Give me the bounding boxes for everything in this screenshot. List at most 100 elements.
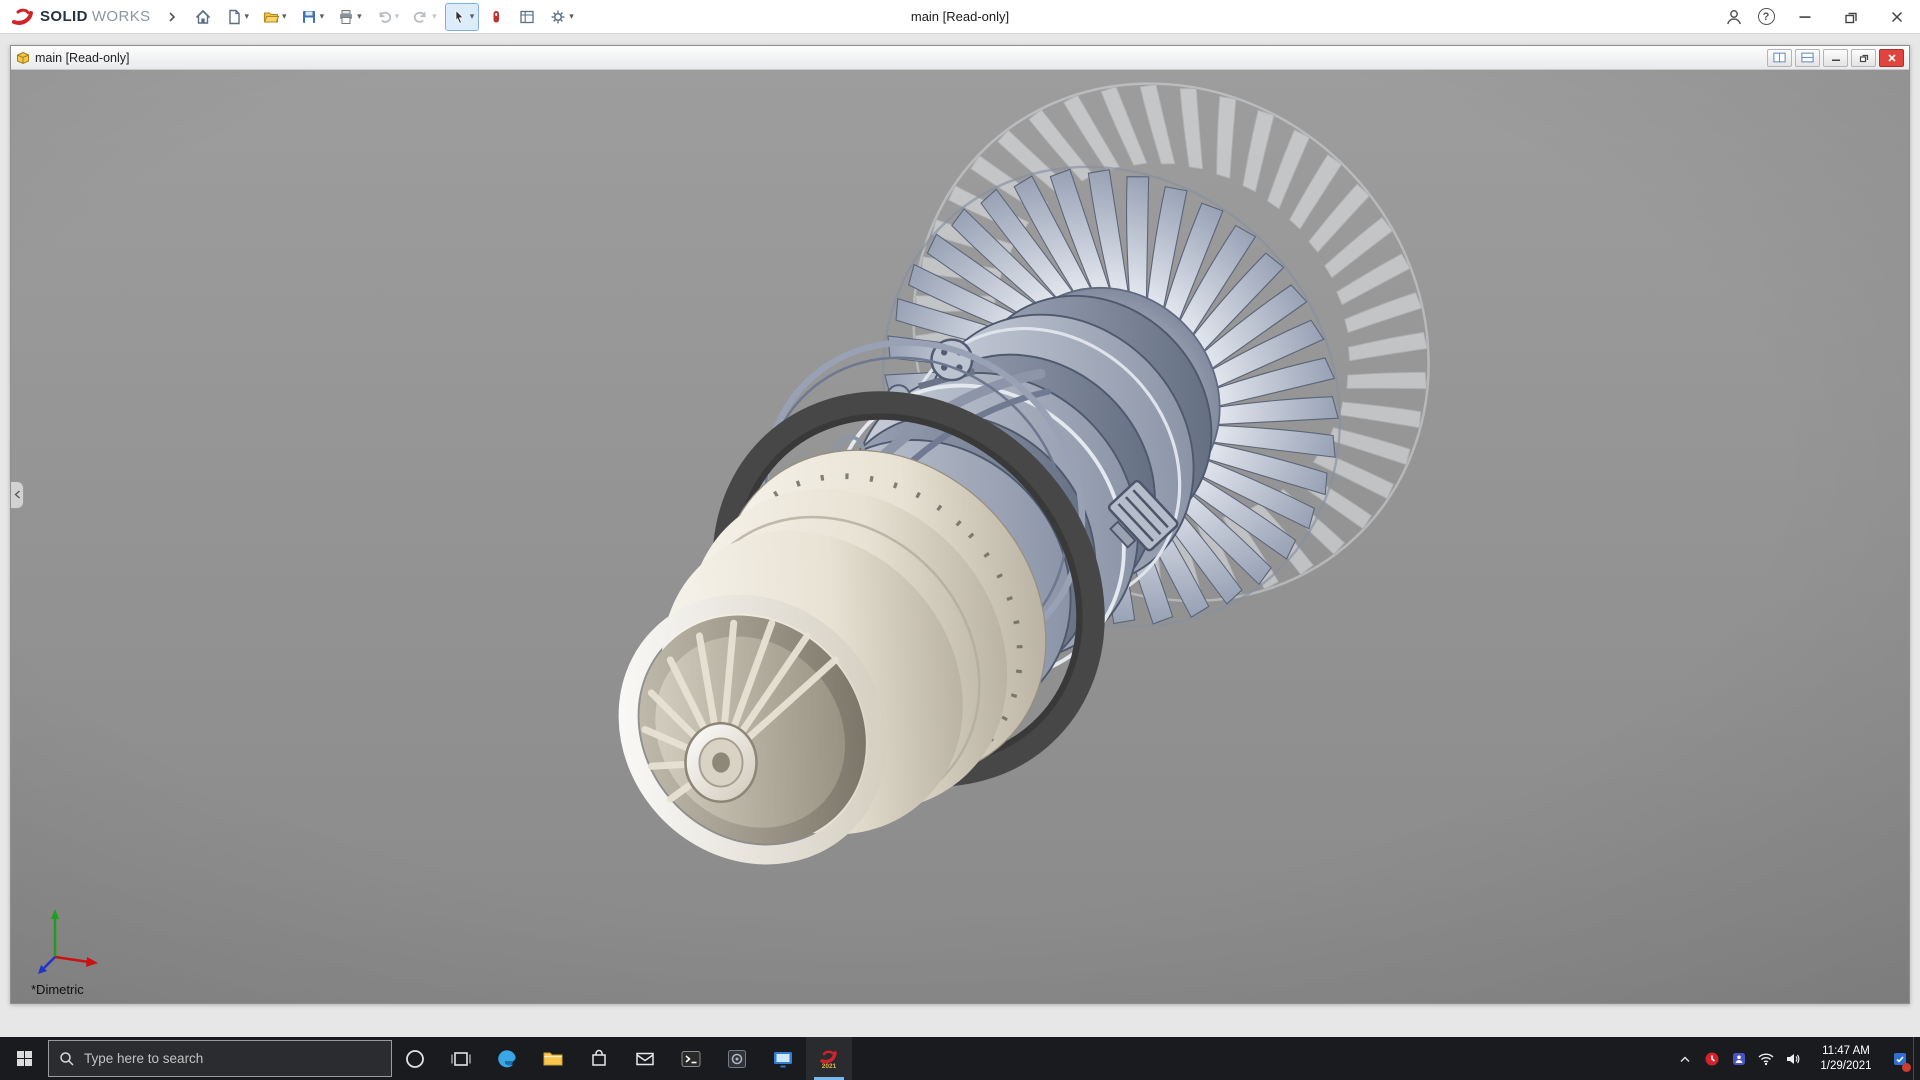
app-titlebar: SOLIDWORKS ▾ — [0, 0, 1920, 34]
account-avatar-icon — [1724, 7, 1744, 27]
chevron-right-icon — [167, 11, 177, 23]
ds-logo-icon — [10, 6, 36, 28]
save-button[interactable]: ▾ — [295, 3, 330, 31]
start-button[interactable] — [0, 1037, 48, 1080]
network-button[interactable] — [1752, 1037, 1779, 1080]
brand-name-bold: SOLID — [40, 8, 88, 25]
terminal-button[interactable] — [668, 1037, 714, 1080]
file-explorer-icon — [541, 1047, 565, 1071]
home-button[interactable] — [189, 3, 217, 31]
edge-button[interactable] — [484, 1037, 530, 1080]
resource-monitor-icon — [1704, 1051, 1720, 1067]
y-axis-arrow — [51, 909, 59, 919]
mail-icon — [633, 1047, 657, 1071]
screen: SOLIDWORKS ▾ — [0, 0, 1920, 1080]
new-document-icon — [225, 8, 243, 26]
chevron-down-icon: ▾ — [470, 12, 475, 21]
evaluate-table-icon — [518, 8, 536, 26]
gear-icon — [549, 8, 567, 26]
app-dark-button[interactable] — [714, 1037, 760, 1080]
panel-collapse-tab[interactable] — [11, 481, 24, 509]
viewport-canvas[interactable] — [11, 70, 1909, 1003]
teams-button[interactable] — [1725, 1037, 1752, 1080]
x-axis-arrow — [86, 957, 98, 967]
viewport-vignette — [11, 70, 1909, 1003]
evaluate-button[interactable] — [513, 3, 541, 31]
titlebar-controls: ? — [1718, 0, 1920, 33]
app-dark-icon — [725, 1047, 749, 1071]
tray-expand-button[interactable] — [1671, 1037, 1698, 1080]
search-input[interactable] — [84, 1051, 381, 1066]
close-icon — [1888, 8, 1906, 26]
task-view-icon — [449, 1047, 473, 1071]
system-tray: 11:47 AM 1/29/2021 — [1671, 1037, 1920, 1080]
document-minimize-button[interactable] — [1823, 49, 1848, 67]
taskbar-clock[interactable]: 11:47 AM 1/29/2021 — [1806, 1044, 1886, 1074]
solidworks-app-button[interactable]: 2021 — [806, 1037, 852, 1080]
print-button[interactable]: ▾ — [332, 3, 367, 31]
solidworks-app-icon: 2021 — [818, 1046, 840, 1071]
view-orientation-label: *Dimetric — [31, 982, 84, 997]
mail-button[interactable] — [622, 1037, 668, 1080]
task-view-button[interactable] — [438, 1037, 484, 1080]
taskbar-search-box[interactable] — [48, 1040, 392, 1077]
teams-icon — [1731, 1051, 1747, 1067]
windows-logo-icon — [16, 1050, 33, 1067]
chevron-down-icon: ▾ — [245, 12, 250, 21]
document-title: main [Read-only] — [35, 51, 130, 65]
open-folder-icon — [262, 8, 280, 26]
restore-button[interactable] — [1828, 0, 1874, 34]
file-explorer-button[interactable] — [530, 1037, 576, 1080]
orientation-triad — [25, 901, 109, 977]
undo-button[interactable]: ▾ — [370, 3, 405, 31]
close-button[interactable] — [1874, 0, 1920, 34]
document-restore-button[interactable] — [1851, 49, 1876, 67]
document-window-controls — [1767, 49, 1904, 67]
chevron-down-icon: ▾ — [320, 12, 325, 21]
print-icon — [337, 8, 355, 26]
cortana-button[interactable] — [392, 1037, 438, 1080]
main-toolbar: ▾ ▾ ▾ — [189, 3, 579, 31]
graphics-viewport: *Dimetric — [11, 70, 1909, 1003]
display-app-button[interactable] — [760, 1037, 806, 1080]
store-icon — [587, 1047, 611, 1071]
chevron-down-icon: ▾ — [432, 12, 437, 21]
minimize-button[interactable] — [1782, 0, 1828, 34]
home-icon — [194, 8, 212, 26]
solidworks-resource-monitor-button[interactable] — [1698, 1037, 1725, 1080]
clock-date: 1/29/2021 — [1809, 1059, 1883, 1074]
volume-button[interactable] — [1779, 1037, 1806, 1080]
document-close-button[interactable] — [1879, 49, 1904, 67]
solidworks-year-label: 2021 — [822, 1064, 836, 1071]
volume-icon — [1784, 1050, 1802, 1068]
brand-name-light: WORKS — [92, 8, 151, 25]
close-icon — [1886, 52, 1898, 64]
open-button[interactable]: ▾ — [257, 3, 292, 31]
tile-horizontal-icon — [1800, 51, 1815, 64]
notifications-button[interactable] — [1886, 1037, 1913, 1080]
mouse-gestures-button[interactable] — [482, 3, 510, 31]
options-button[interactable]: ▾ — [544, 3, 579, 31]
redo-button[interactable]: ▾ — [407, 3, 442, 31]
account-button[interactable] — [1718, 0, 1750, 34]
document-titlebar[interactable]: main [Read-only] — [11, 46, 1909, 70]
search-icon — [59, 1051, 75, 1067]
cortana-icon — [403, 1047, 427, 1071]
tile-vertical-button[interactable] — [1767, 49, 1792, 67]
help-button[interactable]: ? — [1750, 0, 1782, 34]
chevron-left-icon — [14, 490, 21, 499]
new-document-button[interactable]: ▾ — [220, 3, 255, 31]
redo-icon — [412, 8, 430, 26]
show-desktop-button[interactable] — [1913, 1037, 1920, 1080]
tile-horizontal-button[interactable] — [1795, 49, 1820, 67]
select-cursor-icon — [450, 8, 468, 26]
assembly-document-icon — [16, 51, 30, 65]
clock-time: 11:47 AM — [1809, 1044, 1883, 1059]
save-icon — [300, 8, 318, 26]
notification-badge — [1902, 1063, 1911, 1072]
minimize-icon — [1830, 52, 1842, 64]
select-button[interactable]: ▾ — [445, 3, 480, 31]
toolbar-expander-button[interactable] — [167, 11, 177, 23]
chevron-down-icon: ▾ — [282, 12, 287, 21]
store-button[interactable] — [576, 1037, 622, 1080]
